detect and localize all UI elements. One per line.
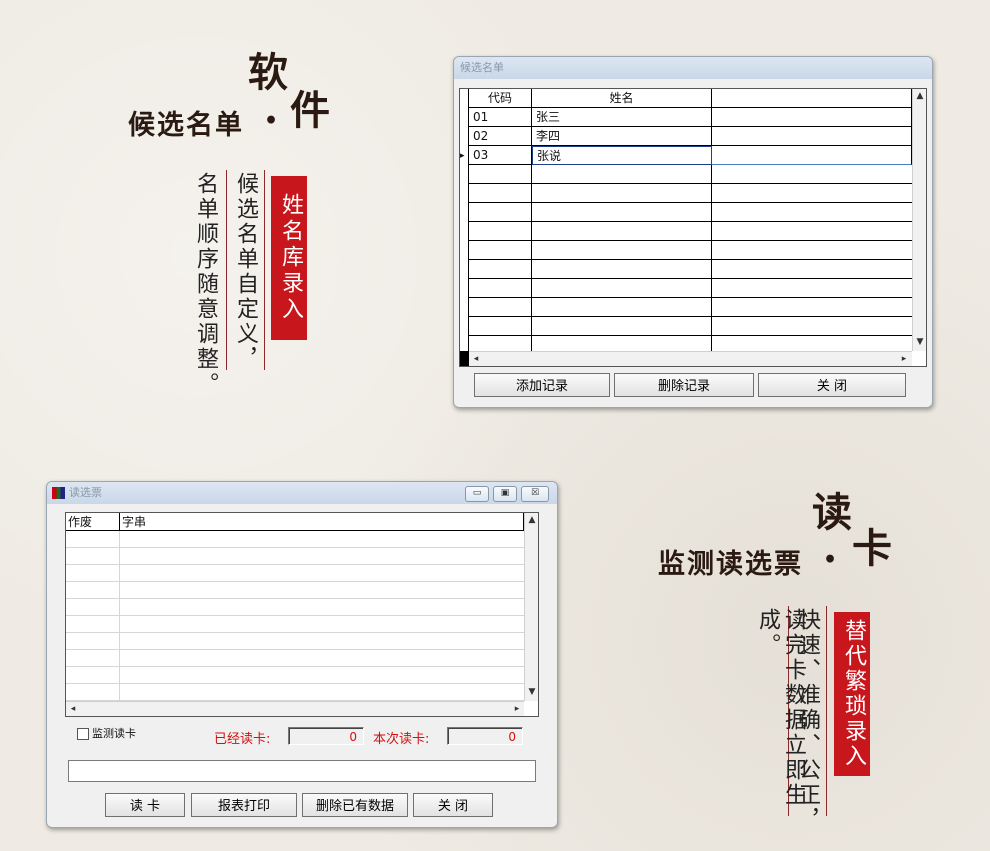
close-button[interactable]: 关 闭 bbox=[758, 373, 906, 397]
scroll-right-icon[interactable]: ▸ bbox=[897, 352, 911, 366]
add-record-button[interactable]: 添加记录 bbox=[474, 373, 610, 397]
heading-candidate-list: 候选名单 bbox=[128, 110, 244, 141]
feature-text-1: 候选名单自定义， bbox=[233, 172, 258, 372]
column-divider bbox=[711, 165, 712, 351]
divider-line bbox=[226, 170, 227, 370]
read-card-button[interactable]: 读 卡 bbox=[105, 793, 185, 817]
cell-name[interactable]: 李四 bbox=[532, 127, 712, 146]
row-indicator-column bbox=[460, 89, 469, 366]
feature-text-2: 读完卡数据立即生成。 bbox=[755, 608, 806, 808]
cell-blank bbox=[712, 146, 912, 165]
this-read-field: 0 bbox=[447, 727, 523, 745]
heading-soft-char: 软 bbox=[248, 49, 288, 96]
minimize-icon[interactable]: ▭ bbox=[465, 486, 489, 502]
scroll-down-icon[interactable]: ▼ bbox=[525, 685, 538, 699]
report-print-button[interactable]: 报表打印 bbox=[191, 793, 297, 817]
ballot-grid[interactable]: 作废 字串 ▲ ▼ ◂ ▸ bbox=[65, 512, 539, 717]
heading-piece-char: 件 bbox=[290, 87, 330, 134]
app-icon bbox=[52, 487, 65, 499]
feature-text-2: 名单顺序随意调整。 bbox=[193, 172, 218, 397]
this-read-label: 本次读卡: bbox=[373, 732, 430, 747]
read-count-field: 0 bbox=[288, 727, 364, 745]
empty-rows bbox=[66, 531, 524, 701]
divider-line bbox=[826, 606, 827, 816]
current-row-marker: ▸ bbox=[460, 151, 465, 161]
read-ballot-window: 读选票 ▭ ▣ ☒ 作废 字串 ▲ ▼ ◂ ▸ 监测读卡 已经读卡: 0 本次读… bbox=[46, 481, 558, 828]
scroll-up-icon[interactable]: ▲ bbox=[525, 513, 538, 527]
read-count-label: 已经读卡: bbox=[214, 732, 271, 747]
cell-blank bbox=[712, 108, 912, 127]
column-header-string[interactable]: 字串 bbox=[120, 513, 524, 531]
scroll-down-icon[interactable]: ▼ bbox=[913, 335, 926, 349]
column-header-code[interactable]: 代码 bbox=[469, 89, 532, 108]
scroll-right-icon[interactable]: ▸ bbox=[510, 702, 524, 716]
grid-corner bbox=[460, 351, 468, 366]
input-field[interactable] bbox=[68, 760, 536, 782]
column-header-blank bbox=[712, 89, 912, 108]
column-divider bbox=[119, 531, 120, 701]
vertical-scrollbar[interactable]: ▲ ▼ bbox=[524, 513, 538, 701]
cell-code[interactable]: 03 bbox=[469, 146, 532, 165]
scroll-up-icon[interactable]: ▲ bbox=[913, 89, 926, 103]
cell-name[interactable]: 张三 bbox=[532, 108, 712, 127]
close-window-icon[interactable]: ☒ bbox=[521, 486, 549, 502]
horizontal-scrollbar[interactable]: ◂ ▸ bbox=[66, 701, 524, 716]
column-divider bbox=[531, 165, 532, 351]
close-button[interactable]: 关 闭 bbox=[413, 793, 493, 817]
empty-rows bbox=[469, 165, 912, 351]
window-title-text: 读选票 bbox=[69, 486, 102, 499]
scroll-left-icon[interactable]: ◂ bbox=[469, 352, 483, 366]
candidate-grid[interactable]: ▸ 代码 姓名 01 张三 02 李四 03 张说 ▲ ▼ ◂ ▸ bbox=[459, 88, 927, 367]
heading-dot: • bbox=[823, 547, 838, 573]
cell-name-selected[interactable]: 张说 bbox=[532, 146, 712, 165]
tag-replace-entry: 替代繁琐录入 bbox=[834, 612, 870, 776]
heading-dot: • bbox=[264, 108, 279, 134]
heading-card-char: 卡 bbox=[852, 525, 892, 572]
candidate-list-window: 候选名单 ▸ 代码 姓名 01 张三 02 李四 03 张说 ▲ ▼ ◂ ▸ 添… bbox=[453, 56, 933, 408]
monitor-label: 监测读卡 bbox=[92, 727, 136, 740]
heading-monitor-ballot: 监测读选票 bbox=[658, 549, 803, 580]
column-header-void[interactable]: 作废 bbox=[66, 513, 120, 531]
horizontal-scrollbar[interactable]: ◂ ▸ bbox=[469, 351, 912, 366]
window-title: 候选名单 bbox=[454, 57, 932, 79]
column-header-name[interactable]: 姓名 bbox=[532, 89, 712, 108]
cell-blank bbox=[712, 127, 912, 146]
vertical-scrollbar[interactable]: ▲ ▼ bbox=[912, 89, 926, 351]
tag-name-entry: 姓名库录入 bbox=[271, 176, 307, 340]
heading-read-char: 读 bbox=[812, 489, 852, 536]
maximize-icon[interactable]: ▣ bbox=[493, 486, 517, 502]
divider-line bbox=[264, 170, 265, 370]
clear-data-button[interactable]: 删除已有数据 bbox=[302, 793, 408, 817]
cell-code[interactable]: 02 bbox=[469, 127, 532, 146]
monitor-checkbox[interactable] bbox=[77, 728, 89, 740]
delete-record-button[interactable]: 删除记录 bbox=[614, 373, 754, 397]
cell-code[interactable]: 01 bbox=[469, 108, 532, 127]
scroll-left-icon[interactable]: ◂ bbox=[66, 702, 80, 716]
